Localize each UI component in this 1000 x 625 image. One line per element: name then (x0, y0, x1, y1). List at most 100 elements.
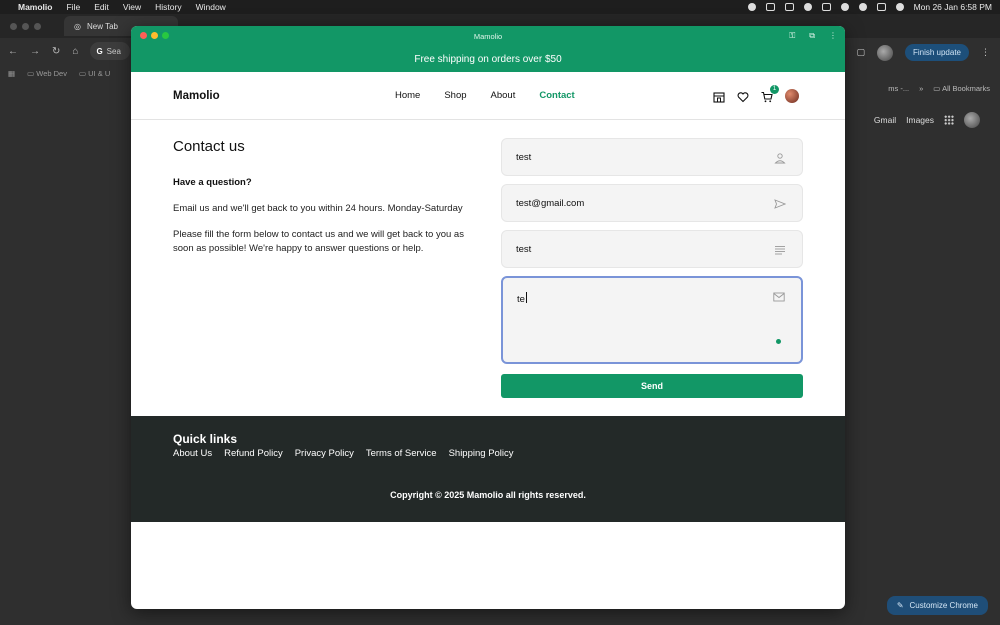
macos-menu-bar: Mamolio File Edit View History Window Mo… (0, 0, 1000, 14)
close-window-button[interactable] (140, 32, 147, 39)
menubar-status-area: Mon 26 Jan 6:58 PM (747, 2, 992, 12)
back-icon[interactable]: ← (8, 46, 18, 57)
email-field-value: test@gmail.com (516, 197, 585, 209)
volume-icon[interactable] (765, 3, 775, 11)
contact-paragraph-hours: Email us and we'll get back to you withi… (173, 203, 463, 214)
all-bookmarks-link[interactable]: ▭ All Bookmarks (933, 84, 990, 93)
site-logo[interactable]: Mamolio (173, 90, 220, 102)
store-icon[interactable] (713, 90, 725, 103)
footer-link-terms-of-service[interactable]: Terms of Service (366, 448, 437, 459)
header-icons: 1 (713, 84, 799, 103)
menubar-datetime[interactable]: Mon 26 Jan 6:58 PM (914, 2, 992, 12)
site-footer: Quick links About Us Refund Policy Priva… (131, 416, 845, 522)
all-bookmarks-label: All Bookmarks (942, 84, 990, 93)
titlebar-icons: ⚿ ⧉ ⋮ (789, 31, 837, 41)
bookmark-partial[interactable]: ms -... (888, 84, 909, 93)
google-apps-icon[interactable] (944, 115, 954, 125)
bg-omnibox-text: Sea (106, 46, 121, 56)
key-icon[interactable]: ⚿ (789, 31, 795, 41)
footer-link-refund-policy[interactable]: Refund Policy (224, 448, 283, 459)
zoom-window-button[interactable] (162, 32, 169, 39)
cart-count-badge: 1 (770, 84, 779, 94)
window-kebab-icon[interactable]: ⋮ (829, 31, 837, 41)
bg-omnibox[interactable]: G Sea (90, 42, 131, 60)
bookmarks-overflow-icon[interactable]: » (919, 84, 923, 93)
send-button[interactable]: Send (501, 374, 803, 398)
user-avatar[interactable] (785, 88, 799, 103)
bg-tab-title: New Tab (86, 21, 118, 31)
kebab-menu-icon[interactable]: ⋮ (981, 47, 990, 58)
bg-zoom-light[interactable] (34, 22, 41, 30)
nav-shop[interactable]: Shop (444, 90, 466, 101)
reload-icon[interactable]: ↻ (52, 46, 60, 57)
finish-update-button[interactable]: Finish update (904, 44, 969, 61)
bookmark-label: UI & U (88, 68, 111, 78)
battery-icon[interactable] (821, 3, 831, 11)
bookmark-ui-ux[interactable]: ▭ UI & U (79, 69, 110, 78)
home-icon[interactable]: ⌂ (72, 46, 78, 57)
menu-edit[interactable]: Edit (94, 2, 109, 12)
contact-info: Contact us Have a question? Email us and… (173, 138, 473, 268)
google-top-links: Gmail Images (874, 112, 980, 128)
announcement-bar: Free shipping on orders over $50 (131, 46, 845, 72)
menu-file[interactable]: File (66, 2, 80, 12)
pencil-icon: ✎ (896, 601, 904, 610)
bg-close-light[interactable] (10, 22, 17, 30)
text-caret (525, 292, 527, 303)
lines-icon (774, 244, 786, 256)
profile-avatar[interactable] (876, 44, 893, 61)
bookmark-label: Web Dev (36, 68, 67, 78)
footer-link-about-us[interactable]: About Us (173, 448, 212, 459)
control-center-icon[interactable] (876, 3, 886, 11)
spotlight-search-icon[interactable] (858, 3, 867, 11)
extensions-icon[interactable]: ▢ (856, 47, 865, 58)
wifi-icon[interactable] (840, 3, 849, 11)
name-field[interactable]: test (501, 138, 803, 176)
google-account-avatar[interactable] (964, 112, 980, 128)
traffic-lights (140, 32, 169, 39)
bg-bookmarks-right: ms -... » ▭ All Bookmarks (888, 84, 990, 93)
heart-icon[interactable] (737, 90, 749, 102)
contact-section: Contact us Have a question? Email us and… (131, 120, 845, 416)
footer-link-privacy-policy[interactable]: Privacy Policy (295, 448, 354, 459)
bg-minimize-light[interactable] (22, 22, 29, 30)
footer-links: About Us Refund Policy Privacy Policy Te… (173, 448, 514, 459)
site-header: Mamolio Home Shop About Contact 1 (131, 72, 845, 120)
footer-link-shipping-policy[interactable]: Shipping Policy (449, 448, 514, 459)
nav-contact[interactable]: Contact (539, 90, 574, 101)
play-icon[interactable] (803, 3, 812, 11)
question-heading: Have a question? (173, 177, 252, 188)
subject-field[interactable]: test (501, 230, 803, 268)
forward-icon[interactable]: → (30, 46, 40, 57)
menu-history[interactable]: History (155, 2, 181, 12)
extension-puzzle-icon[interactable]: ⧉ (809, 31, 815, 41)
message-textarea[interactable]: te (501, 276, 803, 364)
envelope-icon (773, 291, 785, 303)
google-g-icon: G (96, 46, 103, 56)
minimize-window-button[interactable] (151, 32, 158, 39)
images-link[interactable]: Images (906, 115, 934, 125)
email-field[interactable]: test@gmail.com (501, 184, 803, 222)
menu-app-name[interactable]: Mamolio (18, 2, 52, 12)
apps-grid-icon[interactable]: ▦ (8, 69, 15, 78)
grammar-indicator-dot[interactable] (776, 339, 781, 344)
nav-home[interactable]: Home (395, 90, 420, 101)
gmail-link[interactable]: Gmail (874, 115, 896, 125)
display-icon[interactable] (784, 3, 794, 11)
user-icon (774, 152, 786, 164)
cart-icon[interactable]: 1 (761, 84, 779, 102)
record-icon[interactable] (747, 3, 756, 11)
menu-window[interactable]: Window (196, 2, 226, 12)
bg-toolbar-right: ▢ Finish update ⋮ (856, 44, 990, 61)
name-field-value: test (516, 151, 532, 163)
customize-label: Customize Chrome (909, 601, 978, 610)
page-title: Contact us (173, 138, 245, 155)
contact-paragraph-form: Please fill the form below to contact us… (173, 229, 464, 254)
nav-about[interactable]: About (491, 90, 516, 101)
footer-heading: Quick links (173, 432, 238, 446)
menu-view[interactable]: View (123, 2, 141, 12)
siri-icon[interactable] (895, 3, 904, 11)
message-text: te (517, 294, 525, 305)
customize-chrome-button[interactable]: ✎ Customize Chrome (886, 596, 988, 615)
bookmark-web-dev[interactable]: ▭ Web Dev (27, 69, 67, 78)
